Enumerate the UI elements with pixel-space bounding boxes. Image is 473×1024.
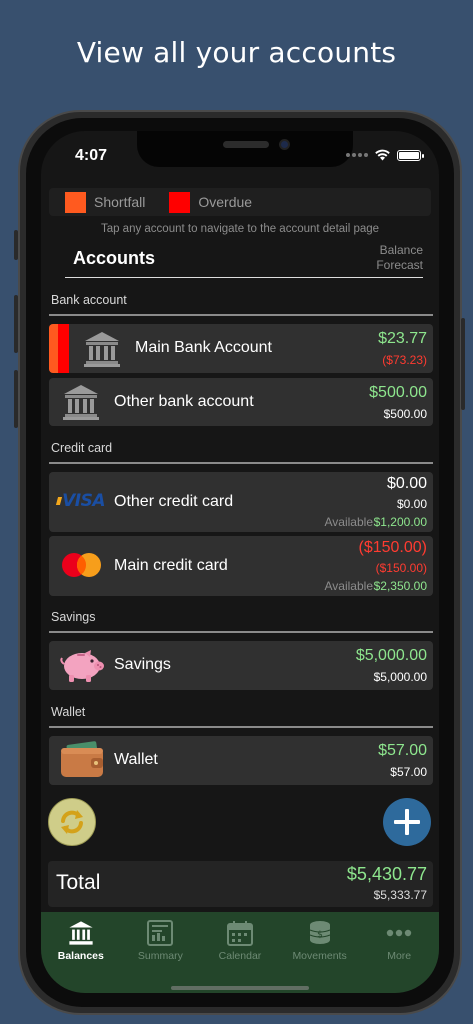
tab-movements[interactable]: $ Movements — [280, 918, 360, 993]
tab-more[interactable]: More — [359, 918, 439, 993]
account-row-main-bank[interactable]: Main Bank Account $23.77 ($73.23) — [49, 324, 433, 373]
page-title: Accounts — [73, 248, 156, 268]
available-amount: $2,350.00 — [373, 579, 427, 593]
app-screen: 4:07 Shortfall Overdue Tap any account t… — [41, 131, 439, 993]
account-forecast: ($73.23) — [382, 353, 427, 367]
bank-icon — [63, 385, 99, 420]
notch — [137, 131, 353, 167]
section-divider — [49, 462, 433, 464]
legend-bar: Shortfall Overdue — [49, 188, 431, 216]
home-indicator[interactable] — [171, 986, 309, 990]
visa-logo-text: VISA — [62, 491, 105, 511]
account-forecast: $500.00 — [383, 407, 427, 421]
title-divider — [65, 277, 423, 278]
tab-label: Summary — [137, 950, 183, 962]
available-label: Available — [324, 515, 373, 529]
overdue-flag — [58, 324, 69, 373]
plus-icon — [394, 809, 420, 835]
account-balance: $0.00 — [386, 475, 427, 492]
promo-headline: View all your accounts — [76, 36, 397, 69]
account-row-wallet[interactable]: Wallet $57.00 $57.00 — [49, 736, 433, 785]
signal-icon — [346, 153, 368, 157]
section-divider — [49, 726, 433, 728]
tab-balances[interactable]: Balances — [41, 918, 121, 993]
battery-icon — [397, 149, 424, 161]
account-name: Other credit card — [114, 493, 234, 510]
more-icon — [386, 929, 412, 937]
phone-volume-down — [14, 370, 18, 428]
section-divider — [49, 631, 433, 633]
calendar-icon — [226, 921, 253, 946]
status-icons — [346, 149, 424, 161]
tab-calendar[interactable]: Calendar — [200, 918, 280, 993]
section-label-credit: Credit card — [51, 441, 113, 455]
front-camera — [279, 139, 290, 150]
account-balance: $500.00 — [369, 384, 427, 401]
phone-power-button — [461, 318, 465, 410]
refresh-button[interactable] — [48, 798, 96, 846]
svg-text:$: $ — [317, 930, 323, 940]
phone-volume-up — [14, 295, 18, 353]
account-name: Main credit card — [114, 557, 228, 574]
tab-label: Calendar — [218, 950, 262, 962]
account-row-main-credit[interactable]: Main credit card ($150.00) ($150.00) Ava… — [49, 536, 433, 596]
refresh-icon — [61, 810, 83, 834]
account-name: Savings — [114, 656, 171, 673]
forecast-header: Forecast — [376, 258, 423, 272]
account-balance: ($150.00) — [358, 539, 428, 556]
section-label-savings: Savings — [51, 610, 96, 624]
account-row-other-credit[interactable]: VISA Other credit card $0.00 $0.00 Avail… — [49, 472, 433, 532]
account-name: Wallet — [114, 751, 158, 768]
navigation-hint: Tap any account to navigate to the accou… — [100, 223, 380, 235]
column-header: Balance Forecast — [376, 243, 423, 273]
available-label: Available — [324, 579, 373, 593]
overdue-swatch — [169, 191, 191, 213]
coins-icon: $ — [309, 921, 330, 944]
account-balance: $57.00 — [378, 742, 427, 759]
shortfall-swatch — [65, 191, 86, 213]
balance-header: Balance — [379, 243, 423, 257]
tab-label: More — [387, 950, 412, 962]
add-account-button[interactable] — [383, 798, 431, 846]
account-forecast: $57.00 — [390, 765, 427, 779]
status-time: 4:07 — [75, 147, 108, 164]
total-balance: $5,430.77 — [346, 864, 427, 884]
overdue-label: Overdue — [198, 194, 253, 210]
account-forecast: ($150.00) — [375, 561, 427, 575]
speaker — [223, 141, 269, 148]
total-row: Total $5,430.77 $5,333.77 — [48, 861, 433, 907]
account-row-savings[interactable]: Savings $5,000.00 $5,000.00 — [49, 641, 433, 690]
section-label-wallet: Wallet — [51, 705, 86, 719]
summary-icon — [147, 920, 174, 946]
bank-icon — [84, 332, 120, 367]
shortfall-flag — [49, 324, 58, 373]
mastercard-icon — [62, 553, 101, 577]
total-forecast: $5,333.77 — [373, 888, 427, 902]
wifi-icon — [375, 149, 390, 161]
total-label: Total — [56, 871, 101, 894]
wallet-icon — [61, 741, 103, 777]
account-balance: $23.77 — [378, 330, 427, 347]
tab-label: Balances — [57, 950, 104, 962]
account-row-other-bank[interactable]: Other bank account $500.00 $500.00 — [49, 378, 433, 426]
account-name: Other bank account — [114, 393, 254, 410]
section-divider — [49, 314, 433, 316]
section-label-bank: Bank account — [51, 293, 127, 307]
piggy-bank-icon — [60, 650, 104, 682]
tab-summary[interactable]: Summary — [121, 918, 201, 993]
shortfall-label: Shortfall — [94, 194, 146, 210]
phone-side-button — [14, 230, 18, 260]
tab-bar: Balances Summary Calendar $ Movements Mo… — [41, 912, 439, 993]
account-forecast: $0.00 — [396, 497, 427, 511]
visa-icon: VISA — [55, 490, 105, 512]
bank-icon — [69, 921, 93, 945]
tab-label: Movements — [292, 950, 347, 962]
account-name: Main Bank Account — [135, 339, 272, 356]
account-balance: $5,000.00 — [355, 647, 427, 664]
account-forecast: $5,000.00 — [373, 670, 427, 684]
available-amount: $1,200.00 — [373, 515, 427, 529]
